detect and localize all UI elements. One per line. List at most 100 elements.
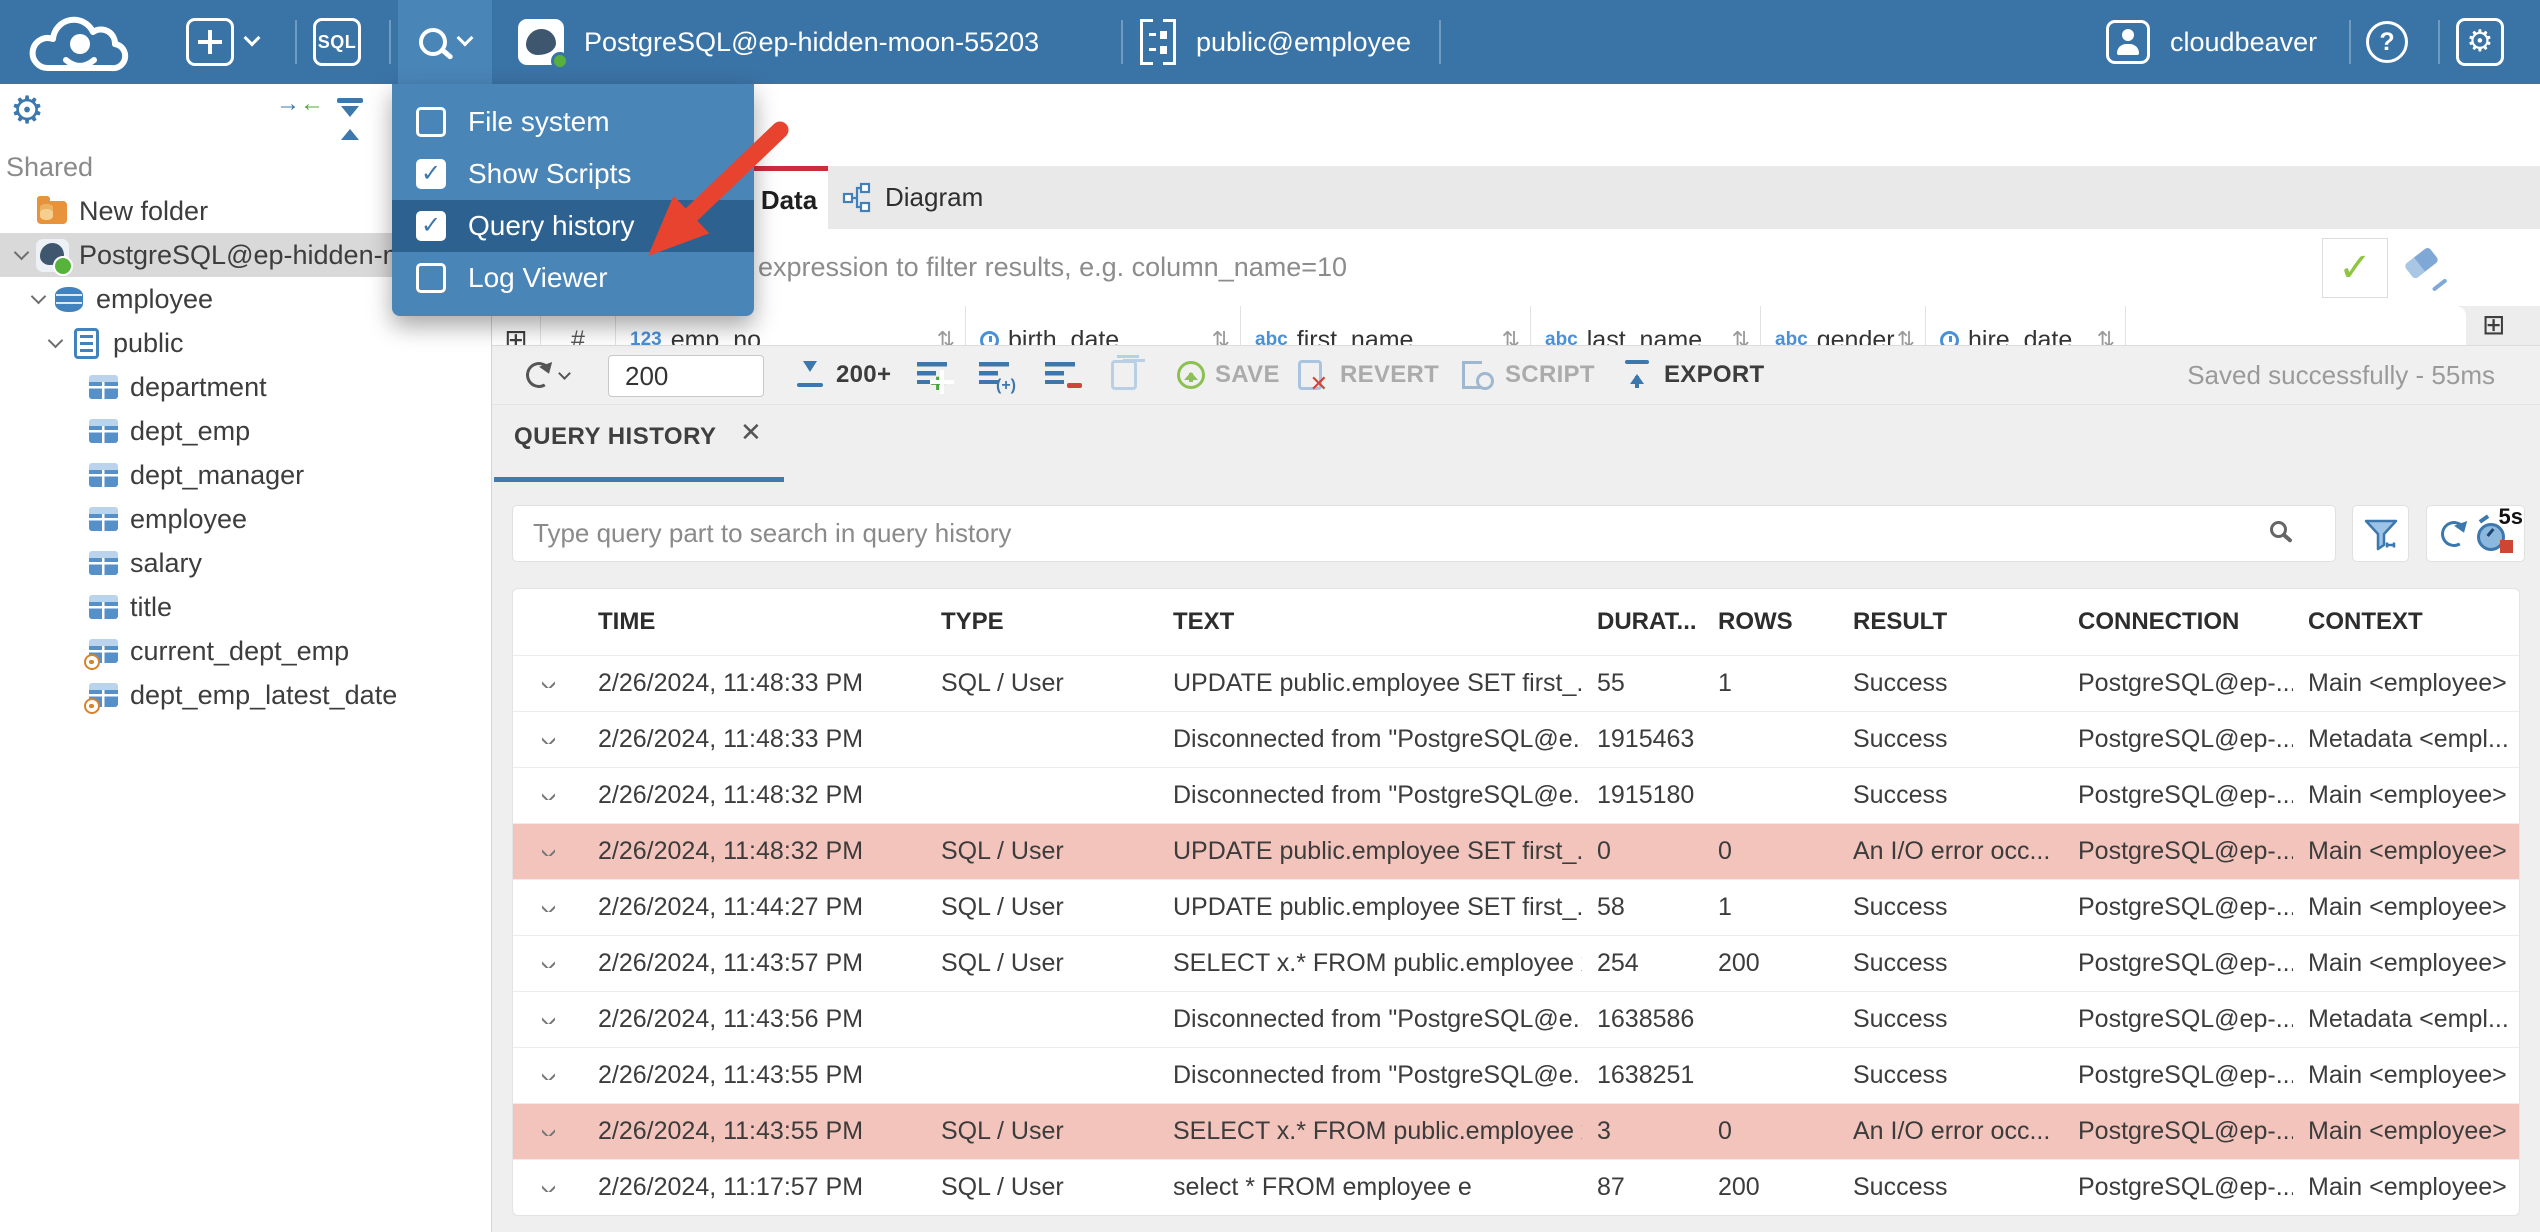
expand-chevron-icon[interactable] — [541, 1127, 555, 1136]
tree-item-dept-manager[interactable]: dept_manager — [0, 453, 491, 497]
clear-filter-icon[interactable] — [2400, 244, 2450, 292]
grid-column-first-name[interactable]: abc first_name — [1241, 306, 1531, 345]
refresh-icon[interactable] — [2437, 517, 2470, 550]
query-history-row[interactable]: 2/26/2024, 11:48:32 PM SQL / User UPDATE p… — [513, 823, 2519, 879]
tree-item-employee[interactable]: employee — [0, 497, 491, 541]
query-history-row[interactable]: 2/26/2024, 11:43:57 PM SQL / User SELECT x… — [513, 935, 2519, 991]
checkbox-icon[interactable] — [416, 263, 446, 293]
expand-chevron-icon[interactable] — [541, 847, 555, 856]
menu-item-file-system[interactable]: File system — [392, 96, 754, 148]
tree-item-department[interactable]: department — [0, 365, 491, 409]
expand-chevron-icon[interactable] — [541, 1183, 555, 1192]
revert-label[interactable]: REVERT — [1340, 346, 1439, 404]
query-history-search-input[interactable] — [512, 505, 2336, 562]
column-header-context[interactable]: CONTEXT — [2293, 608, 2519, 636]
query-history-row[interactable]: 2/26/2024, 11:17:57 PM SQL / User select *… — [513, 1159, 2519, 1215]
revert-button[interactable] — [1298, 346, 1328, 404]
collapse-all-icon[interactable] — [334, 98, 366, 140]
gear-icon[interactable]: ⚙ — [10, 92, 44, 130]
expand-chevron-icon[interactable] — [541, 959, 555, 968]
column-header-time[interactable]: TIME — [583, 608, 926, 636]
chevron-down-icon[interactable] — [8, 244, 34, 261]
add-row-button[interactable]: + — [917, 346, 954, 404]
settings-button[interactable]: ⚙ — [2456, 0, 2504, 84]
row-limit-input[interactable] — [608, 355, 764, 397]
query-history-row[interactable]: 2/26/2024, 11:44:27 PM SQL / User UPDATE p… — [513, 879, 2519, 935]
script-button[interactable] — [1462, 346, 1494, 404]
expand-chevron-icon[interactable] — [541, 903, 555, 912]
new-connection-button[interactable] — [186, 0, 261, 84]
menu-item-log-viewer[interactable]: Log Viewer — [392, 252, 754, 304]
tree-item-public[interactable]: public — [0, 321, 491, 365]
sql-editor-button[interactable]: SQL — [313, 0, 361, 84]
expand-chevron-icon[interactable] — [541, 791, 555, 800]
query-history-row[interactable]: 2/26/2024, 11:43:55 PM Disconnected from … — [513, 1047, 2519, 1103]
fetch-page-label[interactable]: 200+ — [836, 346, 891, 404]
column-header-text[interactable]: TEXT — [1158, 608, 1582, 636]
export-button[interactable] — [1625, 346, 1649, 404]
grid-column-hire-date[interactable]: hire_date — [1926, 306, 2126, 345]
column-header-result[interactable]: RESULT — [1838, 608, 2063, 636]
expand-chevron-icon[interactable] — [541, 735, 555, 744]
cell-text: UPDATE public.employee SET first_... — [1173, 837, 1582, 865]
schema-selector[interactable]: public@employee — [1140, 0, 1411, 84]
tab-query-history[interactable]: QUERY HISTORY — [514, 423, 717, 451]
tree-item-dept-emp-latest-date[interactable]: dept_emp_latest_date — [0, 673, 491, 717]
delete-row-button[interactable] — [1045, 346, 1082, 404]
cloudbeaver-logo[interactable] — [26, 8, 138, 76]
sort-icon[interactable] — [1502, 327, 1520, 345]
checkbox-icon[interactable] — [416, 159, 446, 189]
refresh-group[interactable]: 5s — [2426, 504, 2525, 562]
sync-arrows-icon[interactable]: →← — [276, 92, 324, 116]
filter-expression-input[interactable] — [492, 229, 2320, 306]
apply-filter-button[interactable] — [2322, 238, 2388, 298]
checkbox-icon[interactable] — [416, 107, 446, 137]
sort-icon[interactable] — [2097, 327, 2115, 345]
user-menu-button[interactable]: cloudbeaver — [2106, 0, 2317, 84]
expand-chevron-icon[interactable] — [541, 679, 555, 688]
column-header-type[interactable]: TYPE — [926, 608, 1158, 636]
tree-item-title[interactable]: title — [0, 585, 491, 629]
column-header-rows[interactable]: ROWS — [1703, 608, 1838, 636]
save-button[interactable] — [1177, 346, 1205, 404]
tree-item-current-dept-emp[interactable]: current_dept_emp — [0, 629, 491, 673]
export-label[interactable]: EXPORT — [1664, 346, 1764, 404]
tree-item-dept-emp[interactable]: dept_emp — [0, 409, 491, 453]
checkbox-icon[interactable] — [416, 211, 446, 241]
menu-item-query-history[interactable]: Query history — [392, 200, 754, 252]
column-header-durat[interactable]: DURAT... — [1582, 608, 1703, 636]
grid-column-birth-date[interactable]: birth_date — [966, 306, 1241, 345]
sort-icon[interactable] — [1897, 327, 1915, 345]
sort-icon[interactable] — [1732, 327, 1750, 345]
query-history-row[interactable]: 2/26/2024, 11:48:33 PM SQL / User UPDATE p… — [513, 655, 2519, 711]
close-icon[interactable]: ✕ — [740, 417, 762, 448]
filter-button[interactable] — [2352, 505, 2409, 562]
grid-column-last-name[interactable]: abc last_name — [1531, 306, 1761, 345]
expand-chevron-icon[interactable] — [541, 1071, 555, 1080]
fetch-page-button[interactable] — [795, 346, 825, 404]
tree-item-salary[interactable]: salary — [0, 541, 491, 585]
save-label[interactable]: SAVE — [1215, 346, 1280, 404]
connection-selector[interactable]: PostgreSQL@ep-hidden-moon-55203 — [518, 0, 1039, 84]
duplicate-row-button[interactable]: (+) — [979, 346, 1016, 404]
menu-item-show-scripts[interactable]: Show Scripts — [392, 148, 754, 200]
query-history-row[interactable]: 2/26/2024, 11:43:55 PM SQL / User SELECT x… — [513, 1103, 2519, 1159]
column-header-connection[interactable]: CONNECTION — [2063, 608, 2293, 636]
query-history-row[interactable]: 2/26/2024, 11:48:32 PM Disconnected from … — [513, 767, 2519, 823]
script-label[interactable]: SCRIPT — [1505, 346, 1595, 404]
query-history-row[interactable]: 2/26/2024, 11:48:33 PM Disconnected from … — [513, 711, 2519, 767]
sort-icon[interactable] — [937, 327, 955, 345]
query-history-row[interactable]: 2/26/2024, 11:43:56 PM Disconnected from … — [513, 991, 2519, 1047]
copy-button[interactable] — [1111, 346, 1139, 404]
tab-diagram[interactable]: Diagram — [830, 166, 1013, 229]
tab-data[interactable]: Data — [750, 166, 828, 229]
help-button[interactable]: ? — [2366, 0, 2408, 84]
tools-menu-button[interactable] — [398, 0, 492, 84]
expand-chevron-icon[interactable] — [541, 1015, 555, 1024]
grid-column-gender[interactable]: abc gender — [1761, 306, 1926, 345]
grid-settings-icon[interactable]: ⊞ — [2482, 311, 2505, 339]
refresh-button[interactable] — [523, 346, 571, 404]
chevron-down-icon[interactable] — [25, 288, 51, 305]
sort-icon[interactable] — [1212, 327, 1230, 345]
chevron-down-icon[interactable] — [42, 332, 68, 349]
